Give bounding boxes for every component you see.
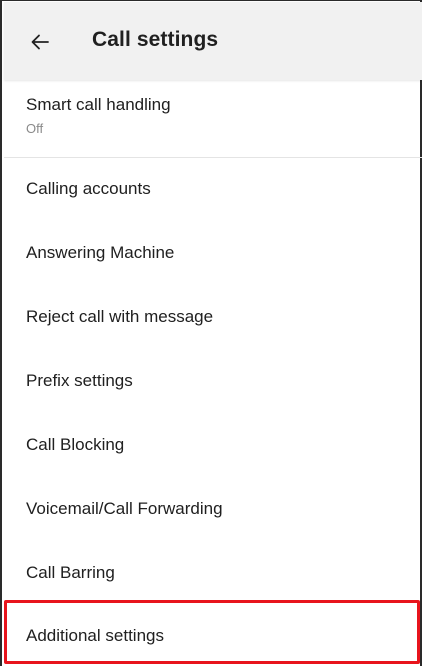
reject-call-with-message-label: Reject call with message: [26, 307, 214, 326]
smart-call-handling-label: Smart call handling: [26, 95, 171, 114]
answering-machine-label: Answering Machine: [26, 243, 175, 262]
voicemail-call-forwarding-label: Voicemail/Call Forwarding: [26, 499, 223, 518]
prefix-settings-label: Prefix settings: [26, 371, 133, 390]
additional-settings-label: Additional settings: [26, 626, 164, 645]
smart-call-handling-summary: Off: [26, 121, 44, 136]
call-barring-label: Call Barring: [26, 563, 115, 582]
additional-settings-item[interactable]: Additional settings: [4, 605, 422, 665]
voicemail-call-forwarding-item[interactable]: Voicemail/Call Forwarding: [4, 478, 422, 538]
calling-accounts-label: Calling accounts: [26, 179, 151, 198]
back-button[interactable]: [22, 24, 58, 60]
app-bar: Call settings: [4, 2, 422, 80]
back-arrow-icon: [31, 34, 49, 50]
calling-accounts-item[interactable]: Calling accounts: [4, 158, 422, 218]
phone-screen: Call settings Smart call handling Off Ca…: [0, 0, 422, 666]
call-blocking-label: Call Blocking: [26, 435, 125, 454]
prefix-settings-item[interactable]: Prefix settings: [4, 350, 422, 410]
page-title: Call settings: [92, 28, 219, 51]
reject-call-with-message-item[interactable]: Reject call with message: [4, 286, 422, 346]
smart-call-handling-item[interactable]: Smart call handling Off: [4, 81, 422, 157]
call-blocking-item[interactable]: Call Blocking: [4, 414, 422, 474]
call-barring-item[interactable]: Call Barring: [4, 542, 422, 602]
answering-machine-item[interactable]: Answering Machine: [4, 222, 422, 282]
